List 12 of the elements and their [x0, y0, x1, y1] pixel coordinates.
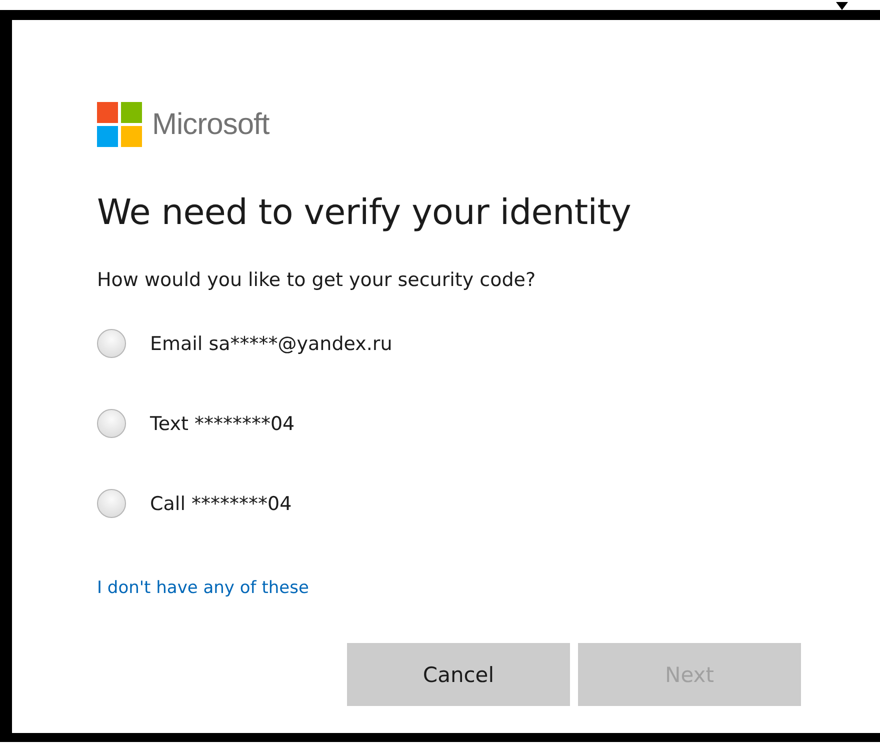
option-label: Email sa*****@yandex.ru — [150, 332, 392, 354]
option-label: Text ********04 — [150, 412, 295, 434]
radio-button[interactable] — [97, 409, 126, 438]
prompt-text: How would you like to get your security code? — [97, 269, 537, 291]
radio-button[interactable] — [97, 329, 126, 358]
no-options-link[interactable]: I don't have any of these — [97, 578, 309, 598]
dialog-title: We need to verify your identity — [97, 193, 632, 233]
option-label: Call ********04 — [150, 492, 292, 514]
brand-name: Microsoft — [152, 108, 270, 142]
logo-icon — [97, 102, 142, 147]
dialog-button[interactable]: Cancel — [347, 643, 570, 706]
radio-button[interactable] — [97, 489, 126, 518]
